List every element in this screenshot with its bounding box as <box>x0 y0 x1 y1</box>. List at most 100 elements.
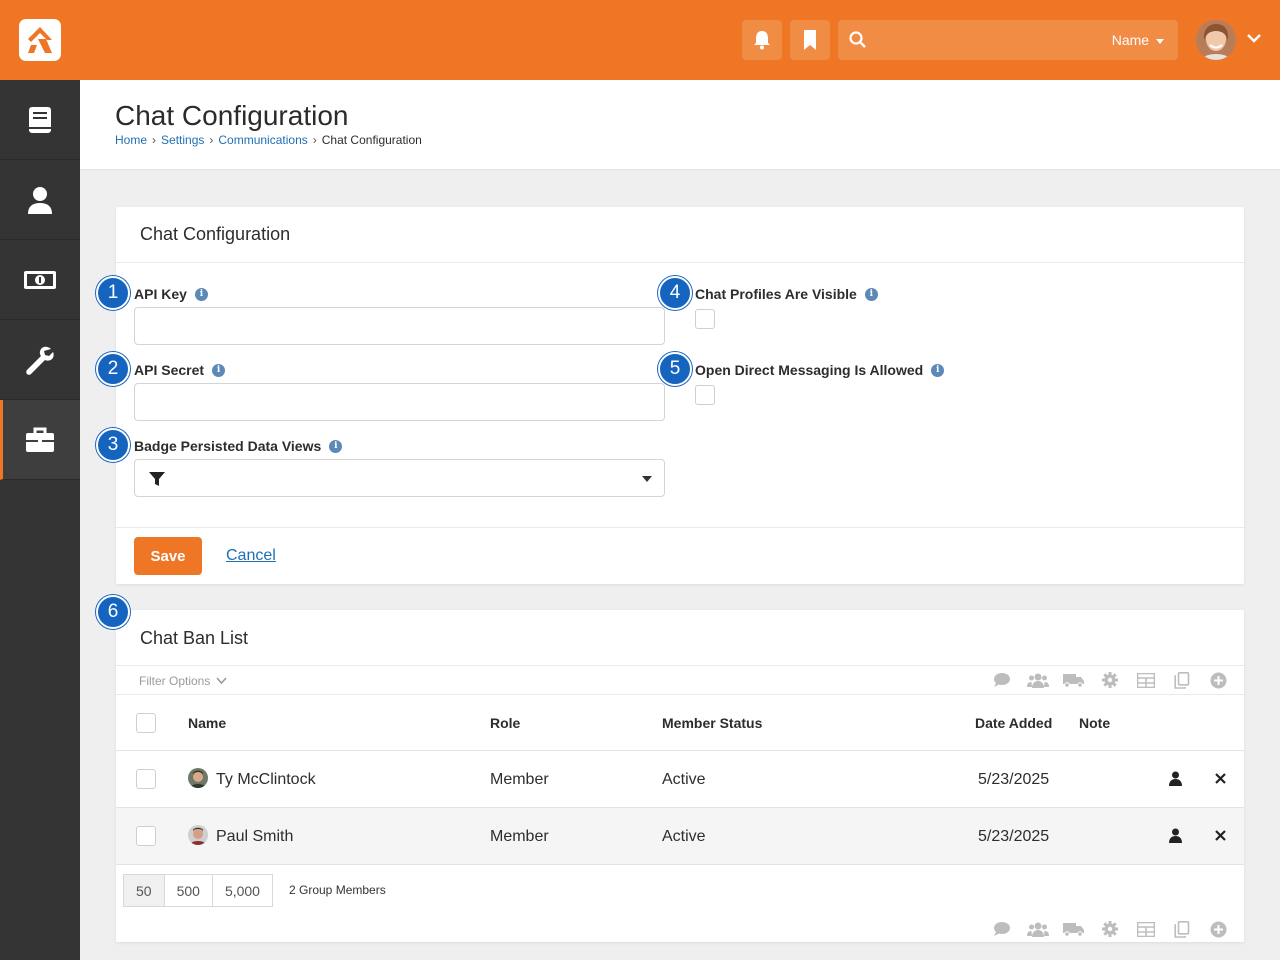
api-key-label: API Key i <box>134 286 208 302</box>
breadcrumb-home[interactable]: Home <box>115 133 147 147</box>
sidebar-item-tools[interactable] <box>0 320 80 400</box>
divider <box>116 262 1244 263</box>
table-icon[interactable] <box>1128 919 1164 939</box>
cell-role: Member <box>490 771 549 788</box>
page-size-option[interactable]: 50 <box>123 874 165 907</box>
divider <box>116 527 1244 528</box>
column-header-note[interactable]: Note <box>1079 715 1110 731</box>
chevron-right-icon: › <box>312 133 317 147</box>
badge-views-select[interactable] <box>134 459 665 497</box>
callout-badge: 2 <box>96 352 130 386</box>
copy-icon[interactable] <box>1164 919 1200 939</box>
chat-ban-list-panel: Chat Ban List Filter Options Name Role M… <box>116 610 1244 942</box>
chevron-down-icon[interactable] <box>1246 32 1262 50</box>
breadcrumb-settings[interactable]: Settings <box>161 133 204 147</box>
cell-member-status: Active <box>662 771 706 788</box>
column-header-member-status[interactable]: Member Status <box>662 715 762 731</box>
callout-badge: 5 <box>658 352 692 386</box>
api-secret-input[interactable] <box>134 383 665 421</box>
breadcrumb-current: Chat Configuration <box>321 133 422 147</box>
cell-name: Ty McClintock <box>216 771 316 788</box>
badge-views-label-text: Badge Persisted Data Views <box>134 438 322 454</box>
api-secret-label-text: API Secret <box>134 362 205 378</box>
table-header: Name Role Member Status Date Added Note <box>116 694 1244 751</box>
search-scope-label: Name <box>1111 32 1150 48</box>
truck-icon[interactable] <box>1056 919 1092 939</box>
cell-date-added: 5/23/2025 <box>978 828 1050 845</box>
notifications-button[interactable] <box>742 20 782 60</box>
page-size-selector: 50 500 5,000 <box>123 874 273 907</box>
sidebar-item-people[interactable] <box>0 160 80 240</box>
comment-icon[interactable] <box>984 919 1020 939</box>
row-checkbox[interactable] <box>136 769 156 789</box>
api-key-input[interactable] <box>134 307 665 345</box>
select-all-checkbox[interactable] <box>136 713 156 733</box>
breadcrumb: Home › Settings › Communications › Chat … <box>115 133 422 147</box>
table-icon[interactable] <box>1128 670 1164 690</box>
column-header-role[interactable]: Role <box>490 715 520 731</box>
sidebar <box>0 80 80 960</box>
page-size-option[interactable]: 500 <box>163 874 213 907</box>
chevron-right-icon: › <box>209 133 214 147</box>
delete-icon[interactable] <box>1215 828 1226 846</box>
column-header-date-added[interactable]: Date Added <box>975 715 1052 731</box>
users-icon[interactable] <box>1020 670 1056 690</box>
person-profile-icon[interactable] <box>1169 771 1182 791</box>
sidebar-item-admin[interactable] <box>0 400 80 480</box>
panel-title: Chat Configuration <box>140 224 291 244</box>
cell-member-status: Active <box>662 828 706 845</box>
save-button[interactable]: Save <box>134 537 202 575</box>
cell-role: Member <box>490 828 549 845</box>
grid-actions-bottom <box>984 919 1236 939</box>
direct-messaging-label: Open Direct Messaging Is Allowed i <box>695 362 945 378</box>
table-row[interactable]: Paul Smith Member Active 5/23/2025 <box>116 808 1244 865</box>
info-icon[interactable]: i <box>194 287 208 301</box>
callout-badge: 4 <box>658 276 692 310</box>
direct-messaging-checkbox[interactable] <box>695 385 715 405</box>
callout-badge: 1 <box>96 276 130 310</box>
bookmarks-button[interactable] <box>790 20 830 60</box>
person-profile-icon[interactable] <box>1169 828 1182 848</box>
info-icon[interactable]: i <box>329 439 343 453</box>
table-row[interactable]: Ty McClintock Member Active 5/23/2025 <box>116 751 1244 808</box>
cell-date-added: 5/23/2025 <box>978 771 1050 788</box>
add-circle-icon[interactable] <box>1200 919 1236 939</box>
row-checkbox[interactable] <box>136 826 156 846</box>
chevron-down-icon <box>216 674 227 688</box>
delete-icon[interactable] <box>1215 771 1226 789</box>
person-avatar <box>188 825 208 845</box>
cancel-button[interactable]: Cancel <box>226 547 276 565</box>
search-input[interactable] <box>876 28 1106 52</box>
page-size-option[interactable]: 5,000 <box>211 874 273 907</box>
info-icon[interactable]: i <box>212 363 226 377</box>
chevron-right-icon: › <box>152 133 157 147</box>
profiles-visible-checkbox[interactable] <box>695 309 715 329</box>
badge-views-label: Badge Persisted Data Views i <box>134 438 343 454</box>
profiles-visible-label: Chat Profiles Are Visible i <box>695 286 878 302</box>
api-secret-label: API Secret i <box>134 362 226 378</box>
add-circle-icon[interactable] <box>1200 670 1236 690</box>
copy-icon[interactable] <box>1164 670 1200 690</box>
search-scope-dropdown[interactable]: Name <box>1112 32 1164 48</box>
info-icon[interactable]: i <box>864 287 878 301</box>
sidebar-item-finance[interactable] <box>0 240 80 320</box>
page-header: Chat Configuration Home › Settings › Com… <box>80 80 1280 170</box>
info-icon[interactable]: i <box>931 363 945 377</box>
filter-options-label: Filter Options <box>139 674 211 688</box>
direct-messaging-label-text: Open Direct Messaging Is Allowed <box>695 362 924 378</box>
item-count: 2 Group Members <box>289 883 386 897</box>
callout-badge: 3 <box>96 428 130 462</box>
rock-logo[interactable] <box>19 19 61 61</box>
truck-icon[interactable] <box>1056 670 1092 690</box>
user-avatar[interactable] <box>1196 20 1236 60</box>
comment-icon[interactable] <box>984 670 1020 690</box>
breadcrumb-communications[interactable]: Communications <box>218 133 307 147</box>
users-icon[interactable] <box>1020 919 1056 939</box>
column-header-name[interactable]: Name <box>188 715 226 731</box>
sidebar-item-library[interactable] <box>0 80 80 160</box>
api-key-label-text: API Key <box>134 286 187 302</box>
gear-icon[interactable] <box>1092 670 1128 690</box>
filter-options-toggle[interactable]: Filter Options <box>139 674 227 688</box>
caret-down-icon <box>642 476 652 482</box>
gear-icon[interactable] <box>1092 919 1128 939</box>
